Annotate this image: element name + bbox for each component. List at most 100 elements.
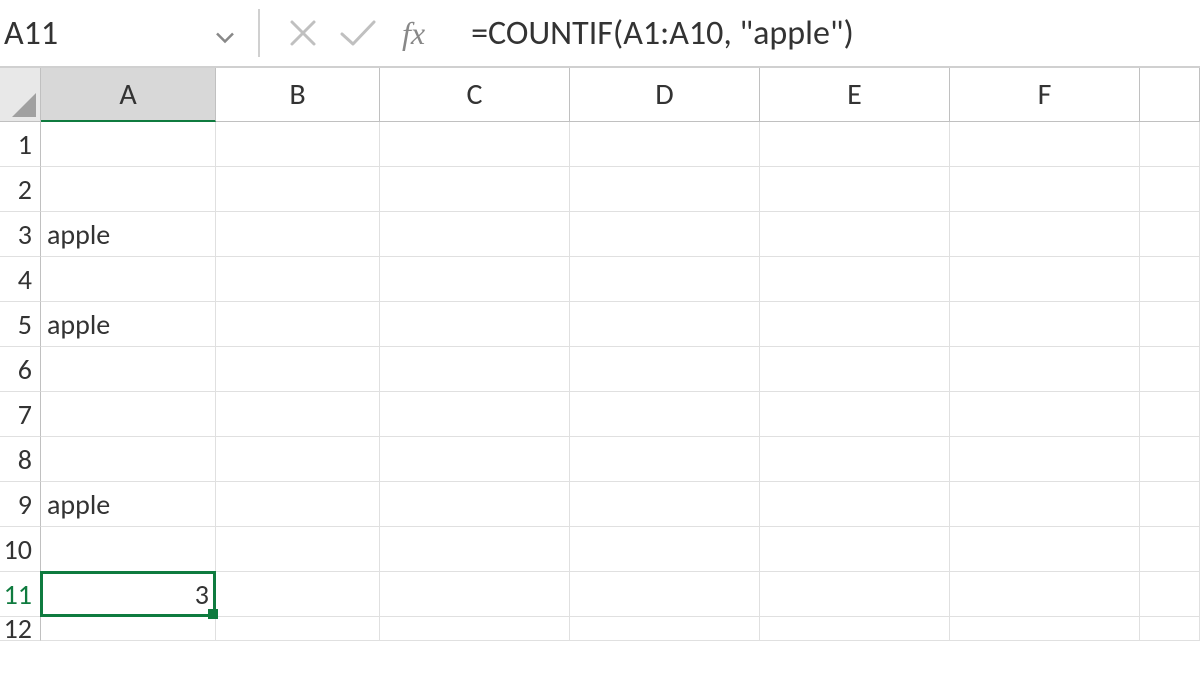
cell-G8[interactable] bbox=[1140, 437, 1200, 482]
cell-C4[interactable] bbox=[380, 257, 570, 302]
cell-D11[interactable] bbox=[570, 572, 760, 617]
cell-A4[interactable] bbox=[41, 257, 216, 302]
formula-input[interactable]: =COUNTIF(A1:A10, "apple") bbox=[455, 13, 1200, 54]
cell-A5[interactable]: apple bbox=[41, 302, 216, 347]
col-header-F[interactable]: F bbox=[950, 68, 1140, 122]
cell-F3[interactable] bbox=[950, 212, 1140, 257]
cell-E5[interactable] bbox=[760, 302, 950, 347]
cell-E1[interactable] bbox=[760, 122, 950, 167]
cell-E3[interactable] bbox=[760, 212, 950, 257]
cell-F6[interactable] bbox=[950, 347, 1140, 392]
cell-B12[interactable] bbox=[216, 617, 380, 641]
cell-C12[interactable] bbox=[380, 617, 570, 641]
cell-F1[interactable] bbox=[950, 122, 1140, 167]
cell-E4[interactable] bbox=[760, 257, 950, 302]
row-header-1[interactable]: 1 bbox=[0, 122, 41, 167]
cell-D5[interactable] bbox=[570, 302, 760, 347]
cell-E6[interactable] bbox=[760, 347, 950, 392]
cell-F11[interactable] bbox=[950, 572, 1140, 617]
cell-E7[interactable] bbox=[760, 392, 950, 437]
cell-B1[interactable] bbox=[216, 122, 380, 167]
cell-D3[interactable] bbox=[570, 212, 760, 257]
cell-C6[interactable] bbox=[380, 347, 570, 392]
cell-F9[interactable] bbox=[950, 482, 1140, 527]
enter-icon[interactable] bbox=[338, 16, 378, 50]
cell-D6[interactable] bbox=[570, 347, 760, 392]
cell-A7[interactable] bbox=[41, 392, 216, 437]
cell-B3[interactable] bbox=[216, 212, 380, 257]
cell-E8[interactable] bbox=[760, 437, 950, 482]
cell-G7[interactable] bbox=[1140, 392, 1200, 437]
cell-D2[interactable] bbox=[570, 167, 760, 212]
row-header-2[interactable]: 2 bbox=[0, 167, 41, 212]
col-header-C[interactable]: C bbox=[380, 68, 570, 122]
row-header-6[interactable]: 6 bbox=[0, 347, 41, 392]
cell-B7[interactable] bbox=[216, 392, 380, 437]
cell-F12[interactable] bbox=[950, 617, 1140, 641]
row-header-9[interactable]: 9 bbox=[0, 482, 41, 527]
cell-A12[interactable] bbox=[41, 617, 216, 641]
cell-D10[interactable] bbox=[570, 527, 760, 572]
name-box[interactable]: A11 bbox=[0, 0, 250, 67]
cell-A6[interactable] bbox=[41, 347, 216, 392]
cell-D8[interactable] bbox=[570, 437, 760, 482]
cell-C1[interactable] bbox=[380, 122, 570, 167]
cell-G5[interactable] bbox=[1140, 302, 1200, 347]
name-box-dropdown-icon[interactable] bbox=[216, 13, 234, 54]
cell-G6[interactable] bbox=[1140, 347, 1200, 392]
row-header-4[interactable]: 4 bbox=[0, 257, 41, 302]
cell-G12[interactable] bbox=[1140, 617, 1200, 641]
cell-C7[interactable] bbox=[380, 392, 570, 437]
select-all-corner[interactable] bbox=[0, 68, 41, 122]
cell-B8[interactable] bbox=[216, 437, 380, 482]
cell-E9[interactable] bbox=[760, 482, 950, 527]
cell-G1[interactable] bbox=[1140, 122, 1200, 167]
cell-D1[interactable] bbox=[570, 122, 760, 167]
cell-B5[interactable] bbox=[216, 302, 380, 347]
cell-G2[interactable] bbox=[1140, 167, 1200, 212]
cell-A10[interactable] bbox=[41, 527, 216, 572]
cell-A11[interactable]: 3 bbox=[41, 572, 216, 617]
cell-A9[interactable]: apple bbox=[41, 482, 216, 527]
cell-F2[interactable] bbox=[950, 167, 1140, 212]
cell-F10[interactable] bbox=[950, 527, 1140, 572]
cell-B4[interactable] bbox=[216, 257, 380, 302]
cell-E10[interactable] bbox=[760, 527, 950, 572]
col-header-G[interactable] bbox=[1140, 68, 1200, 122]
col-header-D[interactable]: D bbox=[570, 68, 760, 122]
cell-F4[interactable] bbox=[950, 257, 1140, 302]
cell-B11[interactable] bbox=[216, 572, 380, 617]
cell-G4[interactable] bbox=[1140, 257, 1200, 302]
cell-A3[interactable]: apple bbox=[41, 212, 216, 257]
cell-E11[interactable] bbox=[760, 572, 950, 617]
cell-E2[interactable] bbox=[760, 167, 950, 212]
cell-A1[interactable] bbox=[41, 122, 216, 167]
cell-B9[interactable] bbox=[216, 482, 380, 527]
row-header-7[interactable]: 7 bbox=[0, 392, 41, 437]
cell-E12[interactable] bbox=[760, 617, 950, 641]
col-header-A[interactable]: A bbox=[41, 68, 216, 122]
insert-function-icon[interactable]: fx bbox=[396, 15, 437, 52]
cell-D4[interactable] bbox=[570, 257, 760, 302]
cell-C3[interactable] bbox=[380, 212, 570, 257]
cell-B2[interactable] bbox=[216, 167, 380, 212]
cell-G3[interactable] bbox=[1140, 212, 1200, 257]
row-header-8[interactable]: 8 bbox=[0, 437, 41, 482]
cell-G9[interactable] bbox=[1140, 482, 1200, 527]
cell-G10[interactable] bbox=[1140, 527, 1200, 572]
cell-C5[interactable] bbox=[380, 302, 570, 347]
cell-D12[interactable] bbox=[570, 617, 760, 641]
row-header-3[interactable]: 3 bbox=[0, 212, 41, 257]
cell-F5[interactable] bbox=[950, 302, 1140, 347]
col-header-B[interactable]: B bbox=[216, 68, 380, 122]
row-header-5[interactable]: 5 bbox=[0, 302, 41, 347]
cell-A8[interactable] bbox=[41, 437, 216, 482]
cancel-icon[interactable] bbox=[286, 16, 320, 50]
cell-G11[interactable] bbox=[1140, 572, 1200, 617]
cell-B10[interactable] bbox=[216, 527, 380, 572]
cell-B6[interactable] bbox=[216, 347, 380, 392]
cell-C2[interactable] bbox=[380, 167, 570, 212]
cell-F8[interactable] bbox=[950, 437, 1140, 482]
row-header-12[interactable]: 12 bbox=[0, 617, 41, 641]
row-header-10[interactable]: 10 bbox=[0, 527, 41, 572]
